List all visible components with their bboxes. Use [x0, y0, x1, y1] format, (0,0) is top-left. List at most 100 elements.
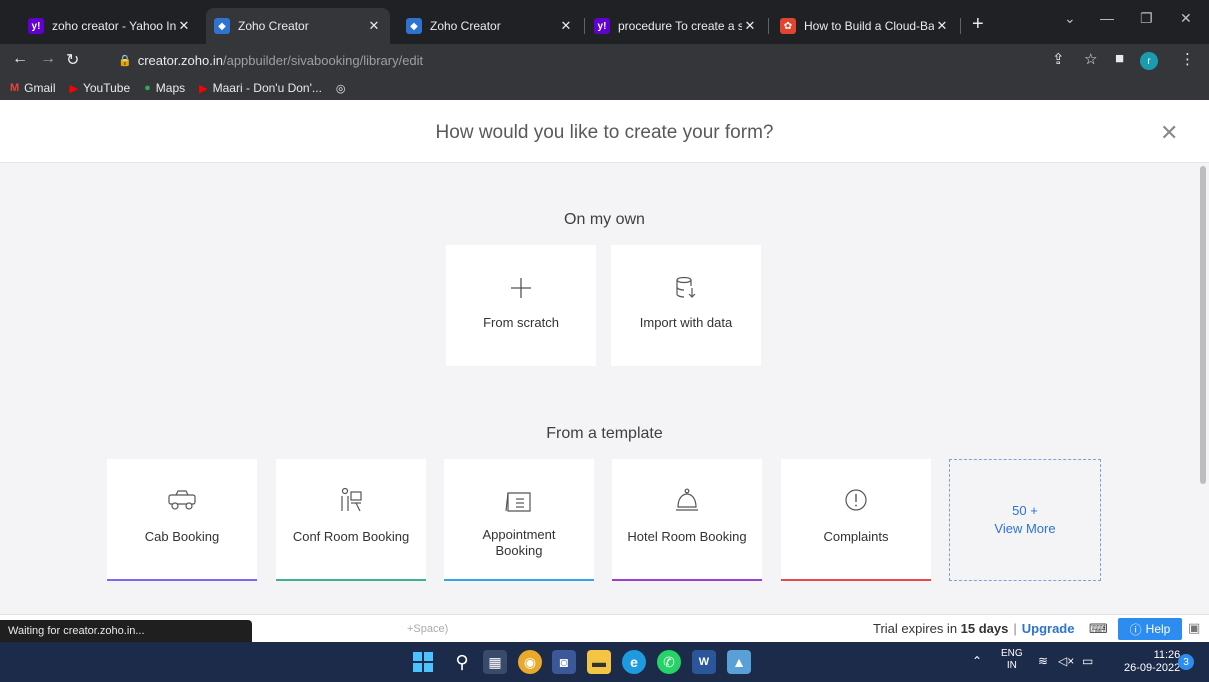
youtube-icon: ▶	[199, 82, 208, 95]
bookmark-maps[interactable]: ● Maps	[144, 81, 185, 95]
windows-taskbar: ⚲ ▦ ◉ ◙ ▬ e ✆ W ▲ ⌃ ENG IN ≋ ◁× ▭	[0, 642, 1209, 682]
address-bar[interactable]: 🔒 creator.zoho.in/appbuilder/sivabooking…	[118, 48, 423, 72]
browser-tab[interactable]: ◆ Zoho Creator ✕	[398, 8, 582, 44]
chevron-up-icon[interactable]: ⌃	[972, 654, 982, 668]
close-icon[interactable]: ✕	[934, 18, 950, 34]
help-button[interactable]: ⓘ Help	[1118, 618, 1182, 640]
chrome-icon[interactable]: ◉	[518, 650, 542, 674]
card-accent	[276, 579, 426, 581]
tab-divider	[584, 18, 585, 34]
feedback-icon[interactable]: ▣	[1188, 620, 1200, 636]
camera-icon[interactable]: ◙	[552, 650, 576, 674]
browser-tab-active[interactable]: ◆ Zoho Creator ✕	[206, 8, 390, 44]
forward-icon[interactable]: →	[40, 50, 56, 68]
system-clock[interactable]: 11:26 26-09-2022	[1124, 649, 1180, 675]
side-panel-icon[interactable]: ■	[1115, 50, 1124, 67]
view-more-templates[interactable]: 50 + View More	[949, 459, 1101, 581]
upgrade-link[interactable]: Upgrade	[1022, 621, 1075, 636]
template-card-appointment-booking[interactable]: Appointment Booking	[444, 459, 594, 581]
whatsapp-icon[interactable]: ✆	[657, 650, 681, 674]
windows-start-icon[interactable]	[411, 650, 435, 674]
restore-icon[interactable]: ❐	[1140, 10, 1153, 27]
card-label: Appointment Booking	[482, 527, 556, 558]
divider: |	[1013, 621, 1017, 636]
clock-time: 11:26	[1153, 649, 1181, 661]
share-icon[interactable]: ⇪	[1052, 50, 1065, 68]
close-icon[interactable]: ✕	[1160, 122, 1178, 144]
tab-title: Zoho Creator	[430, 19, 501, 33]
trial-days: 15 days	[960, 621, 1009, 636]
close-icon[interactable]: ✕	[558, 18, 574, 34]
search-icon[interactable]: ⚲	[450, 650, 474, 674]
scrollbar[interactable]	[1200, 166, 1206, 484]
speaker-mute-icon[interactable]: ◁×	[1058, 654, 1074, 668]
help-label: Help	[1145, 622, 1171, 636]
from-scratch-card[interactable]: From scratch	[446, 245, 596, 366]
minimize-icon[interactable]: —	[1100, 10, 1114, 26]
card-accent	[781, 579, 931, 581]
youtube-icon: ▶	[69, 82, 78, 95]
back-icon[interactable]: ←	[12, 50, 28, 68]
yahoo-icon: y!	[28, 18, 44, 34]
globe-icon: ◎	[335, 82, 346, 95]
car-icon	[168, 490, 196, 510]
bookmark-youtube[interactable]: ▶ YouTube	[70, 81, 131, 95]
new-tab-icon[interactable]: +	[972, 14, 984, 34]
template-card-cab-booking[interactable]: Cab Booking	[107, 459, 257, 581]
browser-tab[interactable]: y! zoho creator - Yahoo Indi ✕	[20, 8, 200, 44]
bookmark-maari[interactable]: ▶ Maari - Don'u Don'...	[199, 81, 322, 95]
photos-icon[interactable]: ▲	[727, 650, 751, 674]
notification-badge[interactable]: 3	[1178, 654, 1194, 670]
section-heading-own: On my own	[564, 211, 645, 228]
language-indicator[interactable]: ENG IN	[1001, 648, 1023, 672]
bookmark-gmail[interactable]: M Gmail	[10, 81, 56, 95]
close-window-icon[interactable]: ✕	[1180, 10, 1192, 27]
keyboard-icon[interactable]: ⌨	[1089, 621, 1108, 637]
tab-title: How to Build a Cloud-Bas	[804, 19, 934, 33]
more-count: 50 +	[1012, 503, 1038, 518]
browser-tab[interactable]: y! procedure To create a sim ✕	[586, 8, 766, 44]
tab-search-icon[interactable]: ⌄	[1064, 10, 1076, 27]
template-card-complaints[interactable]: Complaints	[781, 459, 931, 581]
template-card-conf-room-booking[interactable]: Conf Room Booking	[276, 459, 426, 581]
template-card-hotel-room-booking[interactable]: Hotel Room Booking	[612, 459, 762, 581]
word-icon[interactable]: W	[692, 650, 716, 674]
lock-icon: 🔒	[118, 54, 132, 67]
file-explorer-icon[interactable]: ▬	[587, 650, 611, 674]
tab-title: Zoho Creator	[238, 19, 309, 33]
meeting-room-icon	[341, 487, 362, 512]
clock-date: 26-09-2022	[1124, 662, 1181, 674]
zoho-creator-icon: ◆	[406, 18, 422, 34]
close-icon[interactable]: ✕	[742, 18, 758, 34]
gmail-icon: M	[10, 82, 20, 94]
tab-divider	[960, 18, 961, 34]
browser-tab-bar: y! zoho creator - Yahoo Indi ✕ ◆ Zoho Cr…	[0, 0, 1209, 44]
reload-icon[interactable]: ↻	[66, 50, 79, 70]
wifi-icon[interactable]: ≋	[1038, 654, 1048, 668]
close-icon[interactable]: ✕	[366, 18, 382, 34]
trial-notice: Trial expires in 15 days | Upgrade	[873, 621, 1074, 636]
browser-tab[interactable]: ✿ How to Build a Cloud-Bas ✕	[772, 8, 958, 44]
card-label: Conf Room Booking	[292, 529, 410, 544]
question-circle-icon: ⓘ	[1129, 622, 1142, 637]
store-icon[interactable]: ▦	[483, 650, 507, 674]
menu-icon[interactable]: ⋮	[1180, 50, 1195, 68]
profile-avatar[interactable]: r	[1140, 52, 1158, 70]
card-label: Complaints	[823, 529, 889, 544]
import-with-data-card[interactable]: Import with data	[611, 245, 761, 366]
bookmark-globe[interactable]: ◎	[336, 82, 351, 95]
browser-toolbar: ← → ↻ 🔒 creator.zoho.in/appbuilder/sivab…	[0, 44, 1209, 76]
edge-icon[interactable]: e	[622, 650, 646, 674]
card-accent	[107, 579, 257, 581]
url-host: creator.zoho.in	[137, 52, 223, 68]
maps-icon: ●	[144, 82, 151, 94]
tab-title: zoho creator - Yahoo Indi	[52, 19, 176, 33]
tab-title: procedure To create a sim	[618, 19, 742, 33]
close-icon[interactable]: ✕	[176, 18, 192, 34]
card-label: Cab Booking	[144, 529, 220, 544]
service-bell-icon	[676, 488, 698, 511]
view-more-label: View More	[994, 521, 1056, 536]
tab-divider	[768, 18, 769, 34]
star-icon[interactable]: ☆	[1084, 50, 1097, 68]
battery-icon[interactable]: ▭	[1082, 654, 1093, 668]
